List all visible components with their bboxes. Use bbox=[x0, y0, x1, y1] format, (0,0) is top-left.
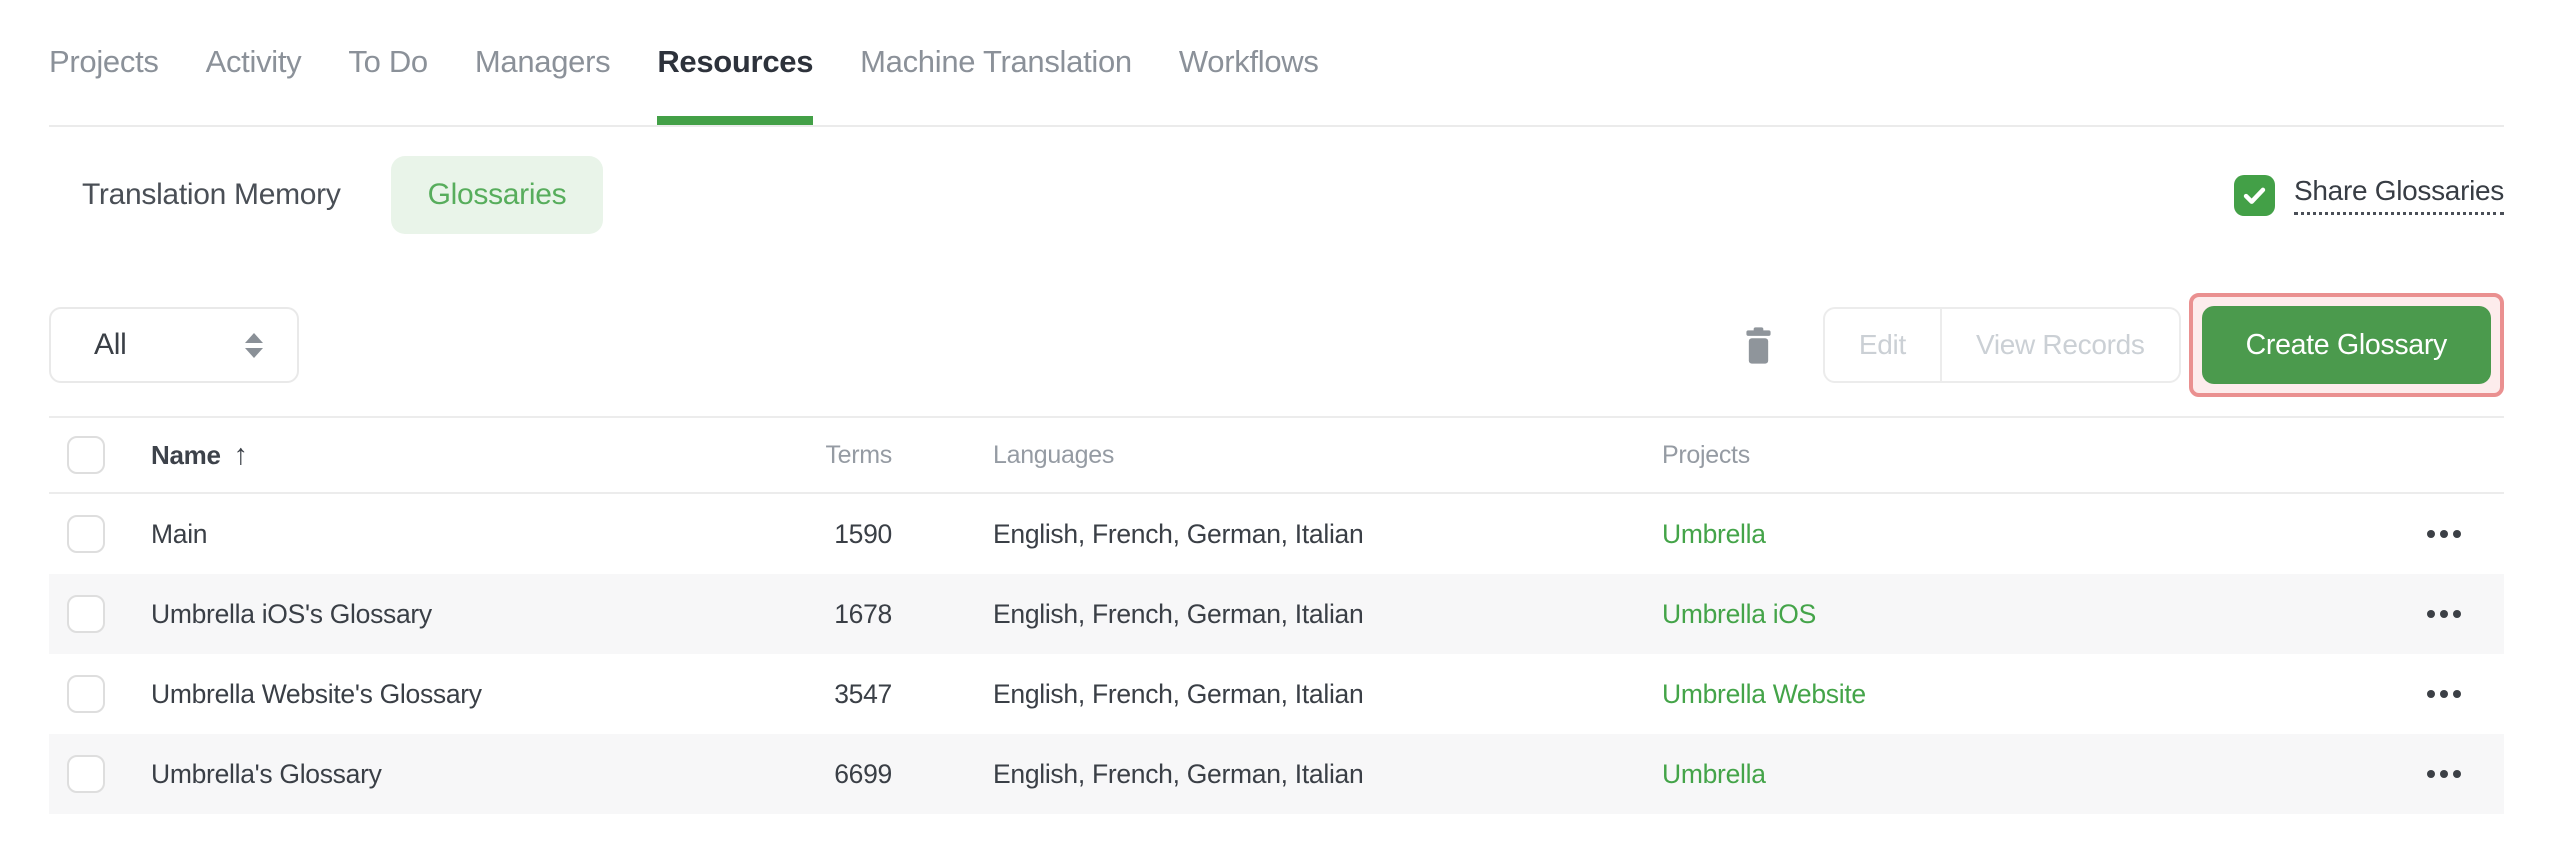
glossary-terms-count: 1678 bbox=[834, 598, 892, 629]
tab-projects[interactable]: Projects bbox=[49, 44, 159, 125]
delete-button[interactable] bbox=[1744, 326, 1773, 364]
row-menu-button[interactable] bbox=[2417, 600, 2471, 628]
trash-icon bbox=[1746, 326, 1771, 364]
check-icon bbox=[2243, 187, 2266, 204]
ellipsis-icon bbox=[2427, 530, 2435, 538]
sort-asc-icon: ↑ bbox=[233, 438, 249, 471]
share-glossaries-checkbox[interactable] bbox=[2234, 174, 2276, 216]
name-header-label: Name bbox=[151, 439, 221, 470]
glossary-name: Umbrella Website's Glossary bbox=[151, 678, 482, 709]
glossaries-toolbar: All Edit View Records Create Glossary bbox=[49, 293, 2504, 397]
row-menu-button[interactable] bbox=[2417, 520, 2471, 548]
row-menu-button[interactable] bbox=[2417, 680, 2471, 708]
glossaries-table: Name ↑ Terms Languages Projects Main 159… bbox=[49, 418, 2504, 814]
view-records-button[interactable]: View Records bbox=[1939, 309, 2179, 381]
column-header-name[interactable]: Name ↑ bbox=[151, 439, 592, 472]
project-link[interactable]: Umbrella bbox=[1662, 759, 1766, 790]
filter-selected-value: All bbox=[94, 328, 127, 361]
glossary-languages: English, French, German, Italian bbox=[993, 758, 1364, 789]
tab-todo[interactable]: To Do bbox=[348, 44, 428, 125]
glossary-terms-count: 3547 bbox=[834, 678, 892, 709]
column-header-languages: Languages bbox=[993, 440, 1115, 469]
table-header: Name ↑ Terms Languages Projects bbox=[49, 418, 2504, 494]
glossary-name: Umbrella iOS's Glossary bbox=[151, 598, 432, 629]
tab-glossaries[interactable]: Glossaries bbox=[390, 156, 604, 234]
select-arrows-icon bbox=[245, 332, 263, 358]
glossary-name: Umbrella's Glossary bbox=[151, 758, 382, 789]
tab-machine-translation[interactable]: Machine Translation bbox=[860, 44, 1132, 125]
edit-button[interactable]: Edit bbox=[1825, 309, 1940, 381]
table-row: Umbrella's Glossary 6699 English, French… bbox=[49, 734, 2504, 814]
glossary-filter-dropdown[interactable]: All bbox=[49, 307, 299, 383]
ellipsis-icon bbox=[2427, 770, 2435, 778]
ellipsis-icon bbox=[2427, 610, 2435, 618]
project-link[interactable]: Umbrella iOS bbox=[1662, 599, 1816, 630]
tab-activity[interactable]: Activity bbox=[206, 44, 302, 125]
project-link[interactable]: Umbrella Website bbox=[1662, 679, 1866, 710]
glossary-terms-count: 1590 bbox=[834, 518, 892, 549]
table-row: Umbrella Website's Glossary 3547 English… bbox=[49, 654, 2504, 734]
tab-managers[interactable]: Managers bbox=[475, 44, 611, 125]
row-menu-button[interactable] bbox=[2417, 760, 2471, 788]
ellipsis-icon bbox=[2427, 690, 2435, 698]
create-glossary-button[interactable]: Create Glossary bbox=[2201, 306, 2491, 384]
resources-subnav: Translation Memory Glossaries Share Glos… bbox=[49, 156, 2504, 234]
tab-resources[interactable]: Resources bbox=[657, 44, 813, 125]
row-checkbox[interactable] bbox=[67, 675, 105, 713]
main-nav: Projects Activity To Do Managers Resourc… bbox=[49, 0, 2504, 127]
project-link[interactable]: Umbrella bbox=[1662, 519, 1766, 550]
glossary-terms-count: 6699 bbox=[834, 758, 892, 789]
row-checkbox[interactable] bbox=[67, 755, 105, 793]
glossary-name: Main bbox=[151, 518, 208, 549]
glossary-languages: English, French, German, Italian bbox=[993, 518, 1364, 549]
share-glossaries-control: Share Glossaries bbox=[2234, 174, 2504, 216]
tab-workflows[interactable]: Workflows bbox=[1179, 44, 1319, 125]
column-header-terms: Terms bbox=[825, 440, 892, 469]
glossary-languages: English, French, German, Italian bbox=[993, 598, 1364, 629]
create-glossary-highlight: Create Glossary bbox=[2188, 293, 2504, 397]
select-all-checkbox[interactable] bbox=[67, 436, 105, 474]
column-header-projects: Projects bbox=[1662, 440, 1750, 469]
selection-actions-group: Edit View Records bbox=[1822, 307, 2181, 383]
row-checkbox[interactable] bbox=[67, 595, 105, 633]
glossaries-page: Projects Activity To Do Managers Resourc… bbox=[0, 0, 2550, 868]
tab-translation-memory[interactable]: Translation Memory bbox=[82, 178, 341, 212]
row-checkbox[interactable] bbox=[67, 515, 105, 553]
table-row: Umbrella iOS's Glossary 1678 English, Fr… bbox=[49, 574, 2504, 654]
glossary-languages: English, French, German, Italian bbox=[993, 678, 1364, 709]
table-row: Main 1590 English, French, German, Itali… bbox=[49, 494, 2504, 574]
share-glossaries-label[interactable]: Share Glossaries bbox=[2294, 175, 2504, 215]
